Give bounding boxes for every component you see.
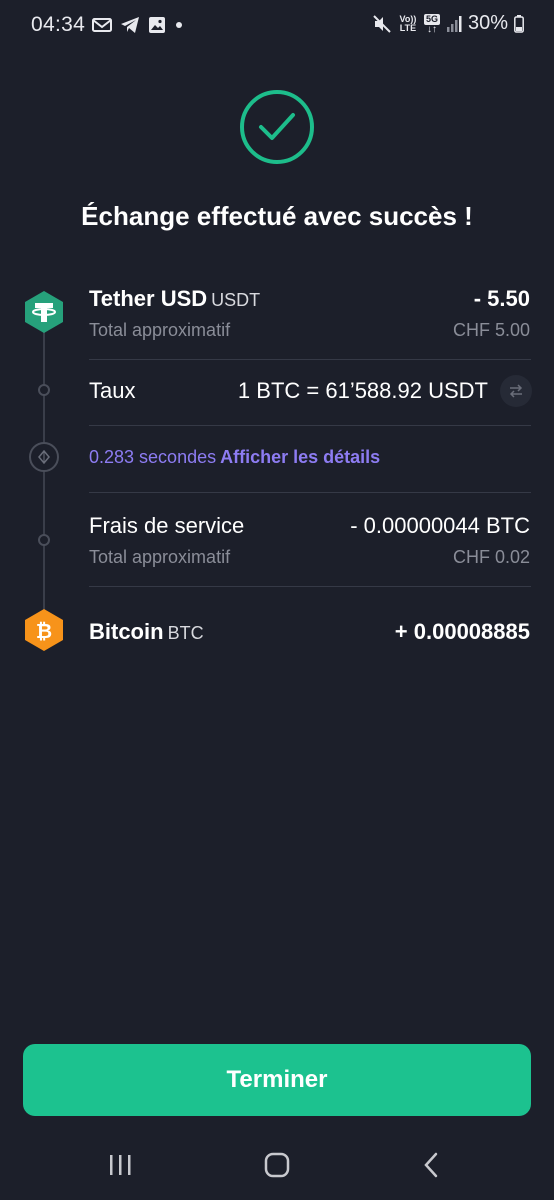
divider [89, 425, 531, 426]
status-bar: 04:34 Vo)) LTE 5G ↓↑ 30% [0, 0, 554, 52]
fees-amount: - 0.00000044 BTC [350, 513, 530, 538]
signal-icon [446, 15, 462, 32]
divider [89, 492, 531, 493]
to-asset-name: Bitcoin [89, 619, 164, 644]
timeline-dot-rate [38, 384, 50, 396]
mute-icon [373, 14, 391, 33]
fees-label: Frais de service [89, 513, 245, 538]
timeline-line [43, 330, 45, 620]
rate-value: 1 BTC = 61’588.92 USDT [237, 378, 488, 403]
page-title: Échange effectué avec succès ! [81, 201, 473, 231]
battery-icon [514, 14, 524, 33]
from-approx-label: Total approximatif [89, 320, 231, 340]
back-button[interactable] [412, 1150, 452, 1180]
to-asset-ticker: BTC [167, 623, 204, 643]
swap-icon [509, 384, 523, 398]
finish-button[interactable]: Terminer [23, 1044, 531, 1116]
gallery-icon [149, 17, 165, 33]
from-asset-title: Tether USD USDT [89, 286, 260, 312]
swap-duration: 0.283 secondes [89, 447, 217, 467]
timing-row: 0.283 secondes Afficher les détails [89, 447, 380, 468]
telegram-icon [121, 17, 139, 33]
dot-icon [176, 22, 182, 28]
show-details-link[interactable]: Afficher les détails [220, 447, 380, 467]
gmail-icon [92, 18, 112, 32]
status-notification-icons [92, 16, 184, 34]
timeline-dot-fees [38, 534, 50, 546]
divider [89, 586, 531, 587]
tether-icon [25, 291, 63, 333]
swap-rate-button[interactable] [500, 375, 532, 407]
to-asset-title: Bitcoin BTC [89, 619, 204, 645]
divider [89, 359, 531, 360]
from-asset-ticker: USDT [211, 290, 261, 310]
screen: 04:34 Vo)) LTE 5G ↓↑ 30% Échange effectu… [0, 0, 554, 1200]
5g-icon: 5G ↓↑ [423, 13, 440, 35]
recent-apps-button[interactable] [100, 1150, 140, 1180]
success-check-icon [240, 90, 314, 164]
home-button[interactable] [257, 1150, 297, 1180]
svg-text:₿: ₿ [36, 619, 52, 643]
from-approx-value: CHF 5.00 [452, 320, 530, 340]
volte-icon: Vo)) LTE [399, 13, 417, 33]
fees-approx-label: Total approximatif [89, 547, 231, 567]
fees-approx-value: CHF 0.02 [452, 547, 530, 567]
from-amount: - 5.50 [473, 286, 530, 311]
from-asset-name: Tether USD [89, 286, 208, 311]
bitcoin-icon: ₿ [25, 609, 63, 651]
status-system-icons: Vo)) LTE 5G ↓↑ 30% [372, 12, 524, 35]
timer-icon [29, 442, 59, 472]
rate-label: Taux [89, 378, 136, 403]
to-amount: + 0.00008885 [394, 619, 530, 644]
battery-percentage: 30% [467, 12, 508, 34]
status-time: 04:34 [31, 13, 86, 36]
system-nav-bar [0, 1130, 554, 1200]
